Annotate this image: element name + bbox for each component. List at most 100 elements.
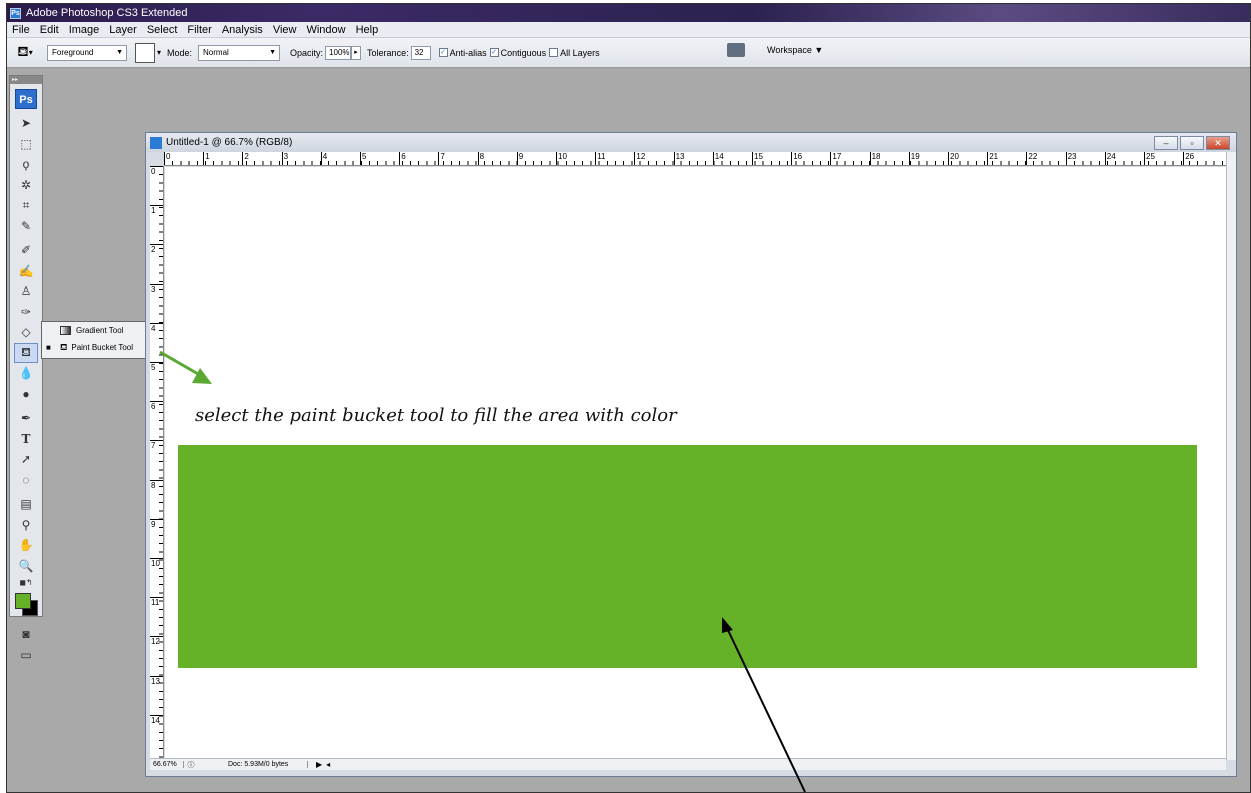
paint-bucket-icon: ⛾: [60, 341, 68, 352]
notes-tool-icon[interactable]: ▤: [14, 494, 38, 515]
pattern-dropdown-icon[interactable]: ▾: [157, 48, 161, 57]
blur-tool-icon[interactable]: 💧: [14, 363, 38, 384]
bridge-icon[interactable]: [727, 43, 745, 57]
menu-bar: File Edit Image Layer Select Filter Anal…: [7, 22, 1250, 38]
marquee-tool-icon[interactable]: ⬚: [14, 134, 38, 155]
ruler-v-label: 8: [150, 479, 163, 490]
menu-layer[interactable]: Layer: [104, 24, 142, 36]
menu-select[interactable]: Select: [142, 24, 183, 36]
ruler-h-label: 7: [438, 152, 445, 165]
paint-bucket-tool-label: Paint Bucket Tool: [71, 343, 134, 352]
all-layers-checkbox[interactable]: [549, 48, 559, 57]
close-button[interactable]: ✕: [1206, 136, 1230, 150]
menu-image[interactable]: Image: [64, 24, 105, 36]
color-swatches[interactable]: [13, 590, 39, 618]
opacity-field[interactable]: 100%: [325, 45, 352, 60]
workspace-menu[interactable]: Workspace ▼: [767, 45, 823, 55]
crop-tool-icon[interactable]: ⌗: [14, 195, 38, 216]
all-layers-label: All Layers: [560, 47, 600, 58]
ruler-h-label: 12: [634, 152, 645, 165]
scroll-left-icon[interactable]: ◂: [326, 760, 330, 769]
maximize-button[interactable]: ▫: [1180, 136, 1204, 150]
healing-brush-tool-icon[interactable]: ✐: [14, 240, 38, 261]
ruler-h-label: 26: [1183, 152, 1194, 165]
selected-bullet-icon: ■: [46, 343, 51, 352]
brush-tool-icon[interactable]: ✍: [14, 261, 38, 282]
vertical-scrollbar[interactable]: [1226, 152, 1236, 760]
clone-stamp-tool-icon[interactable]: ♙: [14, 281, 38, 302]
ruler-h-label: 22: [1026, 152, 1037, 165]
type-tool-icon[interactable]: T: [14, 429, 38, 450]
foreground-color-swatch[interactable]: [15, 593, 31, 609]
ruler-h-label: 10: [556, 152, 567, 165]
ruler-v-label: 14: [150, 714, 163, 725]
dodge-tool-icon[interactable]: ●: [14, 384, 38, 405]
contiguous-checkbox[interactable]: ✓: [489, 48, 499, 57]
menu-view[interactable]: View: [268, 24, 302, 36]
ruler-h-label: 5: [360, 152, 366, 165]
fill-source-select[interactable]: Foreground ▼: [47, 44, 127, 61]
quick-mask-icon[interactable]: ◙: [14, 624, 38, 645]
toolbox-grip[interactable]: ▸▸: [10, 76, 42, 84]
document-icon: [150, 136, 162, 149]
ruler-h-label: 25: [1144, 152, 1155, 165]
opacity-slider-toggle[interactable]: ▸: [351, 45, 362, 60]
tool-preset-picker[interactable]: ⛾ ▾: [7, 43, 43, 63]
move-tool-icon[interactable]: ➤: [14, 113, 38, 134]
ruler-v-label: 10: [150, 558, 163, 568]
photoshop-logo: Ps: [15, 89, 37, 109]
eyedropper-tool-icon[interactable]: ⚲: [14, 515, 38, 536]
magic-wand-tool-icon[interactable]: ✲: [14, 175, 38, 196]
menu-file[interactable]: File: [7, 24, 35, 36]
zoom-tool-icon[interactable]: 🔍: [14, 556, 38, 577]
menu-filter[interactable]: Filter: [182, 24, 216, 36]
ruler-v-label: 3: [150, 283, 163, 294]
history-brush-tool-icon[interactable]: ✑: [14, 302, 38, 323]
ruler-h-label: 19: [908, 152, 920, 165]
photoshop-app-icon: Ps: [10, 7, 21, 19]
ruler-h-label: 16: [791, 152, 802, 165]
document-canvas[interactable]: select the paint bucket tool to fill the…: [165, 167, 1228, 760]
menu-edit[interactable]: Edit: [35, 24, 64, 36]
slice-tool-icon[interactable]: ✎: [14, 216, 38, 237]
menu-window[interactable]: Window: [301, 24, 350, 36]
chevron-down-icon: ▾: [28, 48, 33, 57]
ruler-v-label: 13: [150, 675, 163, 686]
options-bar: ⛾ ▾ Foreground ▼ ▾ Mode: Normal ▼ Opacity…: [7, 38, 1250, 68]
minimize-button[interactable]: –: [1154, 136, 1178, 150]
shape-tool-icon[interactable]: ◌: [14, 470, 38, 491]
instruction-text: select the paint bucket tool to fill the…: [195, 405, 677, 426]
ruler-h-label: 15: [752, 152, 763, 165]
mode-select[interactable]: Normal ▼: [198, 44, 281, 61]
ruler-h-label: 4: [320, 152, 327, 165]
document-title-bar[interactable]: Untitled-1 @ 66.7% (RGB/8) – ▫ ✕: [146, 133, 1236, 152]
ruler-h-label: 3: [281, 152, 288, 165]
menu-help[interactable]: Help: [351, 24, 384, 36]
gradient-icon: [60, 326, 71, 335]
menu-analysis[interactable]: Analysis: [217, 24, 268, 36]
paint-bucket-tool-icon[interactable]: ⛾: [14, 342, 38, 363]
pen-tool-icon[interactable]: ✒: [14, 408, 38, 429]
document-title: Untitled-1 @ 66.7% (RGB/8): [166, 137, 293, 148]
zoom-level[interactable]: 66.67%: [150, 761, 184, 768]
eraser-tool-icon[interactable]: ◇: [14, 322, 38, 343]
screen-mode-icon[interactable]: ▭: [14, 645, 38, 666]
tolerance-field[interactable]: 32: [410, 45, 431, 60]
fill-source-value: Foreground: [52, 48, 94, 57]
ruler-h-label: 14: [712, 152, 724, 165]
swap-colors-icon[interactable]: ◼↰: [14, 576, 38, 588]
vertical-ruler: 0 1 2 3 4 5 6 7 8 9 10 11 12 13 14: [150, 166, 164, 760]
pattern-swatch[interactable]: [135, 42, 155, 63]
hand-tool-icon[interactable]: ✋: [14, 535, 38, 556]
anti-alias-checkbox[interactable]: ✓: [438, 48, 448, 57]
chevron-down-icon: ▼: [116, 49, 123, 56]
ruler-h-label: 8: [477, 152, 484, 165]
status-menu-arrow-icon[interactable]: ▶: [316, 760, 322, 769]
tolerance-label: Tolerance:: [367, 47, 409, 58]
filled-area[interactable]: [178, 445, 1197, 668]
path-selection-tool-icon[interactable]: ➚: [14, 449, 38, 470]
lasso-tool-icon[interactable]: ϙ: [14, 154, 38, 175]
ruler-v-label: 0: [150, 166, 163, 176]
ruler-v-label: 11: [150, 597, 163, 607]
ruler-h-label: 6: [399, 152, 406, 165]
